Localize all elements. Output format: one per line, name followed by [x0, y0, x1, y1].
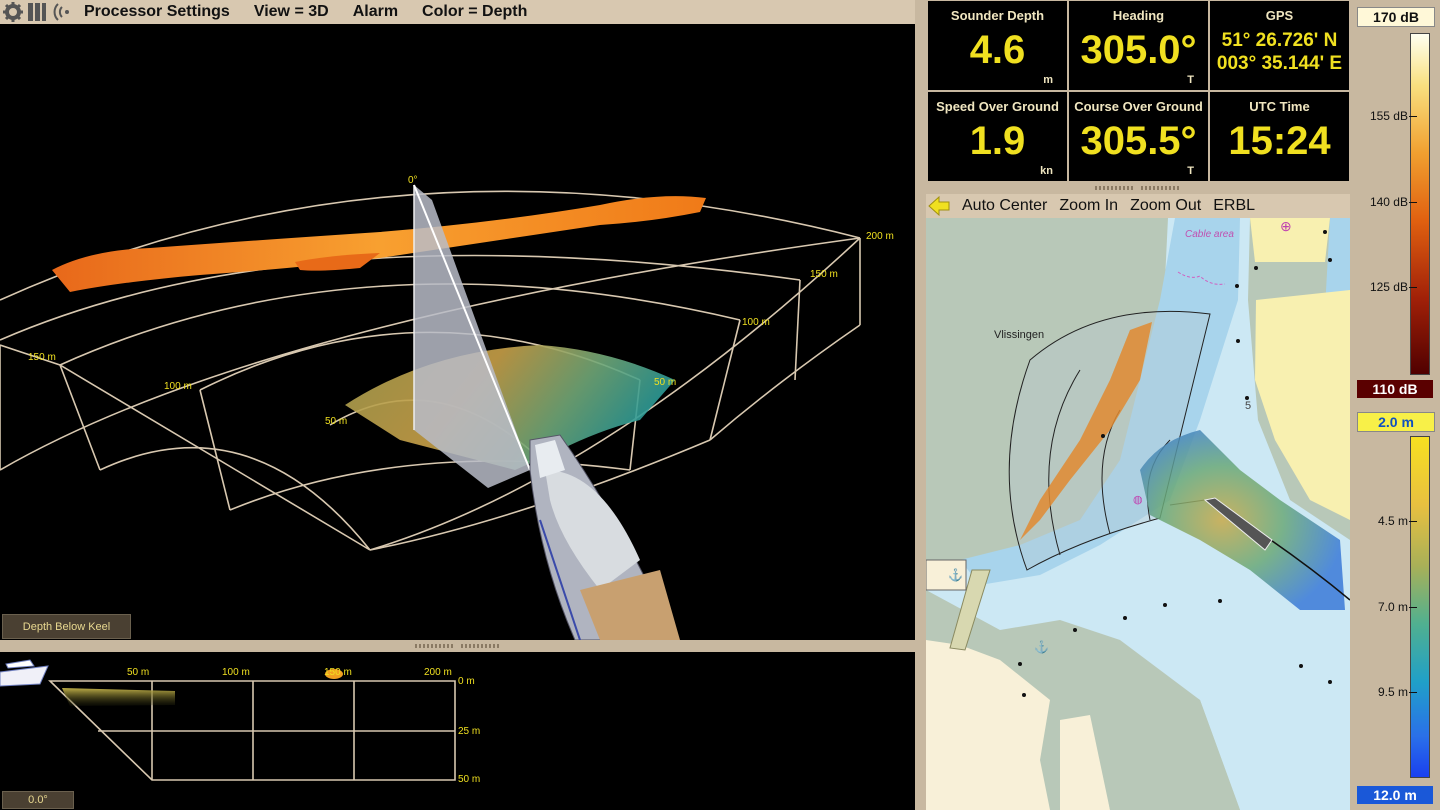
buoy-icon: ◍	[1133, 494, 1143, 506]
depth-tick: 7.0 m	[1377, 600, 1408, 614]
instrument-splitter[interactable]	[926, 182, 1350, 194]
tile-unit: T	[1187, 165, 1194, 177]
signal-icon[interactable]	[50, 1, 72, 23]
side-depth-label: 25 m	[458, 726, 481, 737]
grip-icon	[1095, 186, 1135, 190]
range-label: 50 m	[654, 377, 677, 388]
menu-alarm[interactable]: Alarm	[353, 3, 398, 21]
nautical-chart[interactable]: Vlissingen Cable area 5 ⚓ ⚓ ⊕ ◍	[926, 218, 1350, 810]
intensity-gradient	[1410, 33, 1430, 375]
side-range-label: 150 m	[324, 667, 352, 678]
horizontal-splitter[interactable]	[0, 640, 915, 652]
tile-value: 1.9	[969, 119, 1026, 163]
intensity-min[interactable]: 110 dB	[1357, 380, 1433, 398]
zoom-in-button[interactable]: Zoom In	[1059, 197, 1118, 215]
side-range-label: 50 m	[127, 667, 150, 678]
range-label: 100 m	[164, 381, 192, 392]
tile-unit: T	[1187, 74, 1194, 86]
gear-icon[interactable]	[2, 1, 24, 23]
tile-unit: m	[1043, 74, 1053, 86]
arrow-left-icon[interactable]	[928, 196, 950, 216]
range-label: 100 m	[742, 317, 770, 328]
side-range-label: 100 m	[222, 667, 250, 678]
menu-bar: Processor Settings View = 3D Alarm Color…	[0, 0, 915, 24]
tick-mark	[1409, 116, 1417, 117]
tile-label: Sounder Depth	[950, 8, 1045, 23]
sonar-3d-graphic	[0, 184, 861, 640]
intensity-tick: 125 dB	[1369, 280, 1408, 294]
map-toolbar: Auto Center Zoom In Zoom Out ERBL	[926, 194, 1350, 218]
depth-tick: 4.5 m	[1377, 514, 1408, 528]
auto-center-button[interactable]: Auto Center	[962, 197, 1047, 215]
depth-below-keel-button[interactable]: Depth Below Keel	[2, 614, 131, 639]
gps-tile: GPS 51° 26.726' N 003° 35.144' E	[1210, 1, 1349, 90]
tick-mark	[1409, 287, 1417, 288]
tile-label: GPS	[1265, 8, 1294, 23]
zoom-out-button[interactable]: Zoom Out	[1130, 197, 1201, 215]
gps-latitude: 51° 26.726' N	[1221, 30, 1338, 51]
menu-view[interactable]: View = 3D	[254, 3, 329, 21]
menu-processor-settings[interactable]: Processor Settings	[84, 3, 230, 21]
range-label: 50 m	[325, 416, 348, 427]
instrument-panel: Sounder Depth 4.6 m Heading 305.0° T GPS…	[926, 0, 1350, 182]
columns-icon[interactable]	[26, 1, 48, 23]
chart-graphic	[926, 218, 1350, 810]
depth-sounding: 5	[1245, 400, 1252, 412]
sounder-depth-tile: Sounder Depth 4.6 m	[928, 1, 1067, 90]
range-label: 150 m	[810, 269, 838, 280]
tile-label: Course Over Ground	[1074, 99, 1203, 114]
angle-readout[interactable]: 0.0°	[2, 791, 74, 809]
tile-value: 4.6	[969, 28, 1026, 72]
grip-icon	[414, 644, 455, 648]
tile-label: UTC Time	[1249, 99, 1310, 114]
tick-mark	[1409, 607, 1417, 608]
sonar-3d-view[interactable]: 0° 200 m 150 m 100 m 150 m 100 m 50 m 50…	[0, 24, 915, 640]
tile-label: Speed Over Ground	[936, 99, 1059, 114]
tick-mark	[1409, 202, 1417, 203]
grip-icon	[460, 644, 501, 648]
range-label: 200 m	[866, 231, 894, 242]
utc-time-tile: UTC Time 15:24	[1210, 92, 1349, 181]
side-range-label: 200 m	[424, 667, 452, 678]
intensity-tick: 155 dB	[1369, 109, 1408, 123]
place-label: Vlissingen	[994, 329, 1045, 341]
tile-value: 51° 26.726' N 003° 35.144' E	[1210, 29, 1349, 75]
sonar-side-view[interactable]: 50 m 100 m 150 m 200 m 0 m 25 m 50 m	[0, 652, 915, 810]
tile-value: 305.5°	[1080, 119, 1197, 163]
tile-value: 305.0°	[1080, 28, 1197, 72]
depth-tick: 9.5 m	[1377, 685, 1408, 699]
intensity-tick: 140 dB	[1369, 195, 1408, 209]
intensity-max[interactable]: 170 dB	[1357, 7, 1435, 27]
gps-longitude: 003° 35.144' E	[1216, 53, 1343, 74]
side-depth-label: 0 m	[458, 676, 475, 687]
color-scales: 170 dB 155 dB 140 dB 125 dB 110 dB 2.0 m…	[1350, 0, 1440, 810]
tile-label: Heading	[1112, 8, 1165, 23]
side-depth-label: 50 m	[458, 774, 481, 785]
tile-unit: kn	[1040, 165, 1053, 177]
depth-min[interactable]: 2.0 m	[1357, 412, 1435, 432]
cable-area-label: Cable area	[1185, 229, 1234, 240]
tick-mark	[1409, 692, 1417, 693]
vertical-splitter[interactable]	[915, 0, 926, 810]
tick-mark	[1409, 521, 1417, 522]
harbour-icon: ⚓	[948, 568, 963, 582]
depth-max[interactable]: 12.0 m	[1357, 786, 1433, 804]
buoy-icon: ⊕	[1280, 218, 1292, 234]
speed-over-ground-tile: Speed Over Ground 1.9 kn	[928, 92, 1067, 181]
tile-value: 15:24	[1228, 119, 1331, 163]
range-label: 150 m	[28, 352, 56, 363]
grip-icon	[1141, 186, 1181, 190]
erbl-button[interactable]: ERBL	[1213, 197, 1255, 215]
course-over-ground-tile: Course Over Ground 305.5° T	[1069, 92, 1208, 181]
menu-color[interactable]: Color = Depth	[422, 3, 527, 21]
angle-label: 0°	[408, 175, 418, 186]
heading-tile: Heading 305.0° T	[1069, 1, 1208, 90]
harbour-icon: ⚓	[1034, 640, 1049, 654]
